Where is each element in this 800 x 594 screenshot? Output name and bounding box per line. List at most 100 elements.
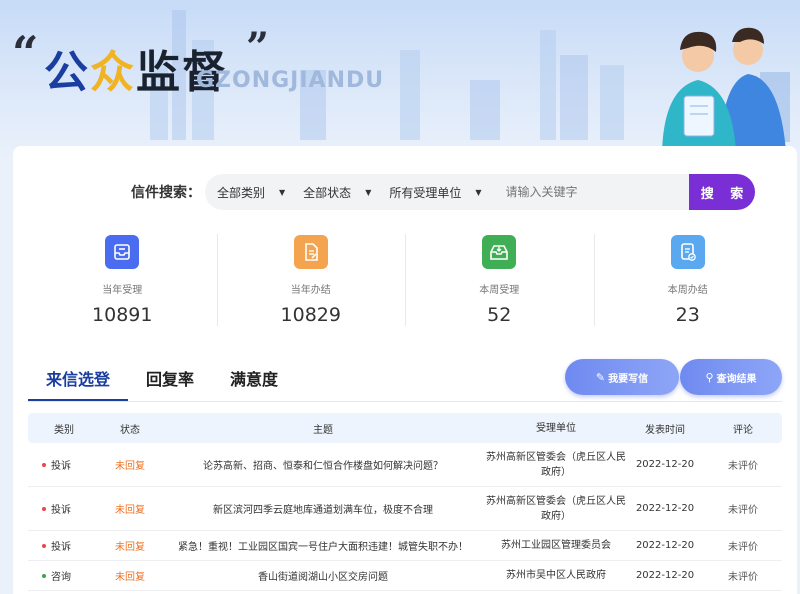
row-topic-link[interactable]: 香山街道阅湖山小区交房问题 (160, 568, 486, 583)
row-unit: 苏州工业园区管理委员会 (501, 540, 611, 551)
row-comment: 未评价 (728, 505, 758, 516)
quote-open: “ (12, 26, 39, 80)
write-letter-label: 我要写信 (608, 373, 649, 385)
skyline-building (600, 65, 624, 140)
banner: “ 公众监督 ” GZONGJIANDU (0, 0, 800, 160)
row-type-label: 投诉 (51, 542, 71, 553)
unit-select[interactable]: 所有受理单位 ▼ (389, 184, 481, 201)
row-type-label: 投诉 (51, 461, 71, 472)
query-result-label: 查询结果 (716, 373, 757, 385)
unit-select-value: 所有受理单位 (389, 185, 462, 200)
table-row[interactable]: 投诉 未回复 紧急！重视！工业园区国宾一号住户大面积违建！城管失职不办！ 苏州工业园区… (28, 531, 782, 561)
title-pinyin: GZONGJIANDU (196, 68, 385, 93)
stat-label: 当年办结 (290, 285, 331, 296)
stat-value: 10829 (280, 304, 341, 326)
main-card: 信件搜索： 全部类别 ▼ 全部状态 ▼ 所有受理单位 ▼ 搜 索 当年受理 10891 (13, 146, 797, 594)
people-illustration-icon (662, 27, 790, 152)
title-char: 公 (44, 47, 90, 98)
header-status: 状态 (120, 424, 140, 436)
skyline-building (560, 55, 588, 140)
stat-week-accepted: 本周受理 52 (405, 232, 594, 328)
tab-letters[interactable]: 来信选登 (28, 358, 129, 402)
stat-value: 52 (487, 304, 512, 326)
tab-reply-rate[interactable]: 回复率 (128, 358, 212, 402)
type-dot-icon (42, 462, 46, 467)
row-topic-link[interactable]: 论苏高新、招商、恒泰和仁恒合作楼盘如何解决问题？ (160, 457, 486, 472)
table-row[interactable]: 投诉 未回复 新区滨河四季云庭地库通道划满车位，极度不合理 苏州高新区管委会（虎丘区人… (28, 487, 782, 531)
category-select[interactable]: 全部类别 ▼ (217, 184, 285, 201)
status-select[interactable]: 全部状态 ▼ (303, 184, 371, 201)
row-time: 2022-12-20 (635, 503, 695, 514)
search-input[interactable] (505, 185, 636, 199)
letters-table: 类别 状态 主题 受理单位 发表时间 评论 投诉 未回复 论苏高新、招商、恒泰和仁恒… (28, 413, 782, 591)
title-char: 众 (90, 47, 136, 98)
table-row[interactable]: 投诉 未回复 论苏高新、招商、恒泰和仁恒合作楼盘如何解决问题？ 苏州高新区管委会（虎丘… (28, 443, 782, 487)
mail-tray-icon (482, 235, 517, 269)
tab-bar: 来信选登 回复率 满意度 (28, 358, 296, 402)
header-topic: 主题 (313, 424, 333, 436)
tab-divider (28, 401, 782, 402)
stats-panel: 当年受理 10891 当年办结 10829 本周受理 52 本周办结 23 (28, 232, 782, 328)
stat-value: 23 (675, 304, 700, 326)
row-time: 2022-12-20 (635, 540, 695, 551)
query-result-button[interactable]: ⚲ 查询结果 (680, 359, 782, 395)
search-label: 信件搜索： (131, 185, 201, 201)
stat-week-closed: 本周办结 23 (593, 232, 783, 328)
row-status: 未回复 (115, 461, 145, 472)
table-header: 类别 状态 主题 受理单位 发表时间 评论 (28, 413, 782, 443)
row-comment: 未评价 (728, 461, 758, 472)
stat-year-accepted: 当年受理 10891 (28, 232, 217, 328)
header-time: 发表时间 (645, 424, 685, 436)
table-body: 投诉 未回复 论苏高新、招商、恒泰和仁恒合作楼盘如何解决问题？ 苏州高新区管委会（虎丘… (28, 443, 782, 591)
search-button[interactable]: 搜 索 (689, 174, 755, 210)
caret-down-icon: ▼ (279, 187, 286, 197)
type-dot-icon (42, 573, 46, 578)
caret-down-icon: ▼ (365, 187, 372, 197)
row-time: 2022-12-20 (635, 459, 695, 470)
skyline-building (470, 80, 500, 140)
table-row[interactable]: 咨询 未回复 香山街道阅湖山小区交房问题 苏州市吴中区人民政府 2022-12-20 未评… (28, 561, 782, 591)
category-select-value: 全部类别 (217, 185, 266, 200)
row-unit: 苏州高新区管委会（虎丘区人民政府） (486, 451, 626, 478)
row-unit: 苏州市吴中区人民政府 (506, 570, 606, 581)
row-comment: 未评价 (728, 542, 758, 553)
stat-year-closed: 当年办结 10829 (216, 232, 406, 328)
document-edit-icon (293, 235, 328, 269)
search-icon: ⚲ (705, 370, 714, 384)
header-type: 类别 (54, 424, 74, 436)
search-bar: 信件搜索： 全部类别 ▼ 全部状态 ▼ 所有受理单位 ▼ 搜 索 (131, 174, 755, 210)
row-type: 咨询 (28, 568, 100, 583)
row-type-label: 投诉 (51, 505, 71, 516)
skyline-building (400, 50, 420, 140)
skyline-building (540, 30, 556, 140)
row-time: 2022-12-20 (635, 570, 695, 581)
write-letter-button[interactable]: ✎ 我要写信 (565, 359, 679, 395)
caret-down-icon: ▼ (475, 187, 482, 197)
row-type: 投诉 (28, 457, 100, 472)
row-comment: 未评价 (728, 572, 758, 583)
search-box: 全部类别 ▼ 全部状态 ▼ 所有受理单位 ▼ (205, 174, 689, 210)
row-type: 投诉 (28, 538, 100, 553)
stat-label: 当年受理 (102, 285, 143, 296)
type-dot-icon (42, 543, 46, 548)
status-select-value: 全部状态 (303, 185, 352, 200)
row-unit: 苏州高新区管委会（虎丘区人民政府） (486, 495, 626, 522)
quote-close: ” (246, 24, 270, 71)
row-type: 投诉 (28, 501, 100, 516)
tab-satisfaction[interactable]: 满意度 (212, 358, 296, 402)
row-status: 未回复 (115, 572, 145, 583)
row-status: 未回复 (115, 505, 145, 516)
pencil-icon: ✎ (595, 370, 606, 384)
type-dot-icon (42, 506, 46, 511)
header-unit: 受理单位 (536, 422, 576, 434)
stat-label: 本周受理 (479, 285, 520, 296)
row-type-label: 咨询 (51, 572, 71, 583)
row-topic-link[interactable]: 新区滨河四季云庭地库通道划满车位，极度不合理 (160, 501, 486, 516)
inbox-icon (105, 235, 140, 269)
row-status: 未回复 (115, 542, 145, 553)
header-comment: 评论 (733, 424, 753, 436)
document-check-icon (670, 235, 705, 269)
stat-label: 本周办结 (667, 285, 708, 296)
stat-value: 10891 (92, 304, 153, 326)
row-topic-link[interactable]: 紧急！重视！工业园区国宾一号住户大面积违建！城管失职不办！ (160, 538, 486, 553)
